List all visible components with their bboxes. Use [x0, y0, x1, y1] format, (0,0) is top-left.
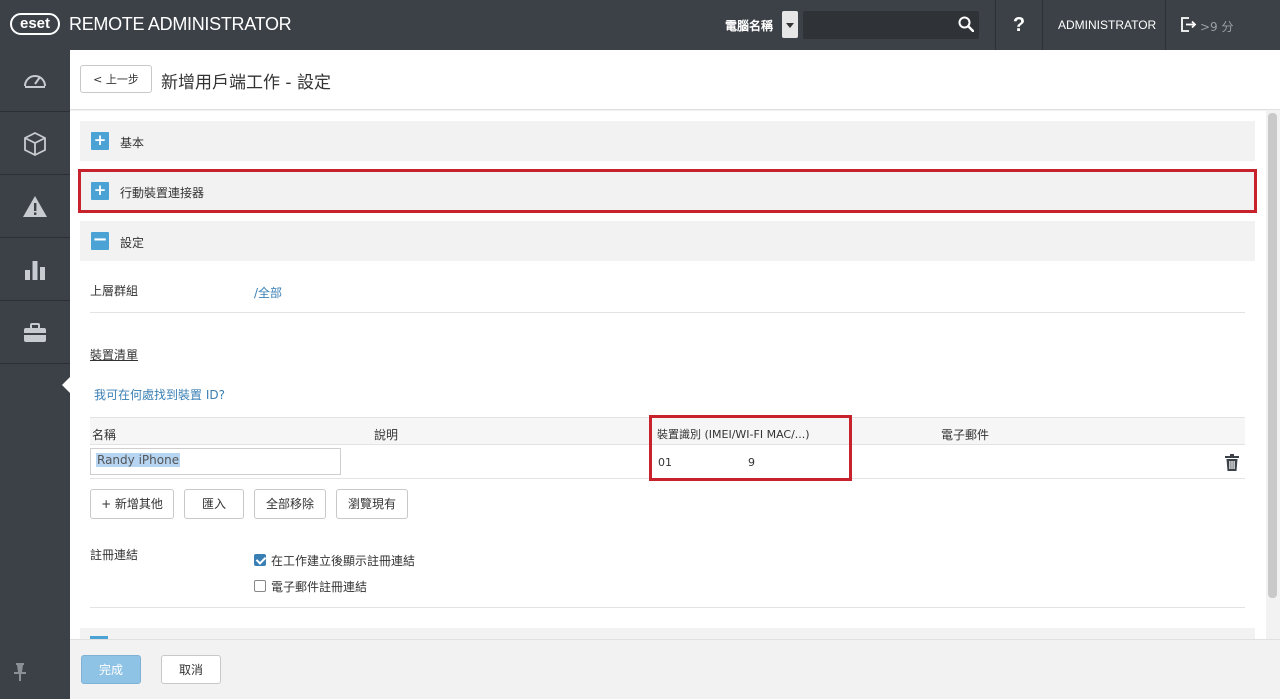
- divider: [90, 312, 1245, 313]
- search-icon[interactable]: [958, 16, 974, 32]
- section-settings[interactable]: − 設定: [80, 221, 1255, 261]
- device-name-input[interactable]: Randy iPhone: [90, 448, 341, 475]
- expand-icon[interactable]: +: [91, 132, 109, 150]
- device-list-label: 裝置清單: [90, 348, 139, 362]
- remove-all-button[interactable]: 全部移除: [254, 489, 326, 519]
- threats-icon: [23, 195, 47, 217]
- admin-icon: [24, 322, 46, 342]
- device-name-value: Randy iPhone: [96, 453, 181, 467]
- collapse-icon[interactable]: −: [91, 231, 109, 250]
- finish-button[interactable]: 完成: [81, 655, 141, 684]
- device-id-help-link[interactable]: 我可在何處找到裝置 ID?: [94, 386, 225, 403]
- highlight-frame: [649, 415, 852, 481]
- logout-icon[interactable]: [1180, 16, 1197, 33]
- column-header-description[interactable]: 說明: [374, 426, 398, 443]
- main-content: + 基本 + 行動裝置連接器 − 設定 上層群組 /全部 裝置清單 我可在何處找…: [70, 111, 1266, 639]
- help-button[interactable]: ?: [996, 0, 1042, 50]
- add-more-button[interactable]: + 新增其他: [90, 489, 174, 519]
- sidebar-item-admin[interactable]: [0, 302, 70, 364]
- section-title: 基本: [120, 136, 145, 150]
- session-timeout: >9 分: [1200, 20, 1234, 34]
- search-input[interactable]: [803, 11, 979, 39]
- divider: [90, 607, 1245, 608]
- eset-logo: eset: [10, 13, 60, 35]
- search-scope-label[interactable]: 電腦名稱: [725, 17, 773, 34]
- browse-existing-button[interactable]: 瀏覽現有: [336, 489, 408, 519]
- sidebar-item-computers[interactable]: [0, 113, 70, 175]
- show-enroll-link-checkbox[interactable]: [254, 554, 266, 566]
- content-header: < 上一步 新增用戶端工作 - 設定: [70, 50, 1280, 110]
- sidebar: [0, 50, 71, 699]
- reports-icon: [25, 260, 45, 280]
- topbar-divider: [1042, 0, 1043, 50]
- pin-icon[interactable]: [12, 662, 28, 682]
- page-title: 新增用戶端工作 - 設定: [161, 73, 331, 93]
- column-header-email[interactable]: 電子郵件: [941, 426, 989, 443]
- parent-group-label: 上層群組: [90, 284, 139, 298]
- sidebar-item-dashboard[interactable]: [0, 50, 70, 112]
- import-button[interactable]: 匯入: [184, 489, 244, 519]
- section-next-peek[interactable]: [80, 628, 1255, 639]
- top-bar: eset REMOTE ADMINISTRATOR 電腦名稱 ? ADMINIS…: [0, 0, 1280, 50]
- enroll-link-label: 註冊連結: [90, 548, 139, 562]
- show-enroll-link-label[interactable]: 在工作建立後顯示註冊連結: [271, 552, 415, 569]
- section-title: 設定: [120, 236, 145, 250]
- sidebar-item-threats[interactable]: [0, 176, 70, 238]
- search-scope-dropdown[interactable]: [782, 11, 798, 38]
- sidebar-item-reports[interactable]: [0, 239, 70, 301]
- highlight-frame: [78, 169, 1257, 213]
- topbar-divider: [1165, 0, 1166, 50]
- user-menu[interactable]: ADMINISTRATOR: [1058, 18, 1156, 32]
- dashboard-icon: [24, 74, 46, 88]
- computers-icon: [24, 131, 46, 156]
- section-basic[interactable]: + 基本: [80, 121, 1255, 161]
- parent-group-link[interactable]: /全部: [254, 284, 282, 301]
- footer: 完成 取消: [70, 639, 1280, 699]
- app-title: REMOTE ADMINISTRATOR: [69, 14, 292, 34]
- email-enroll-link-label[interactable]: 電子郵件註冊連結: [271, 578, 367, 595]
- cancel-button[interactable]: 取消: [161, 655, 221, 684]
- column-header-name[interactable]: 名稱: [92, 426, 116, 443]
- trash-icon[interactable]: [1225, 454, 1239, 471]
- email-enroll-link-checkbox[interactable]: [254, 580, 266, 592]
- scrollbar-thumb[interactable]: [1268, 113, 1277, 598]
- back-button[interactable]: < 上一步: [80, 65, 152, 93]
